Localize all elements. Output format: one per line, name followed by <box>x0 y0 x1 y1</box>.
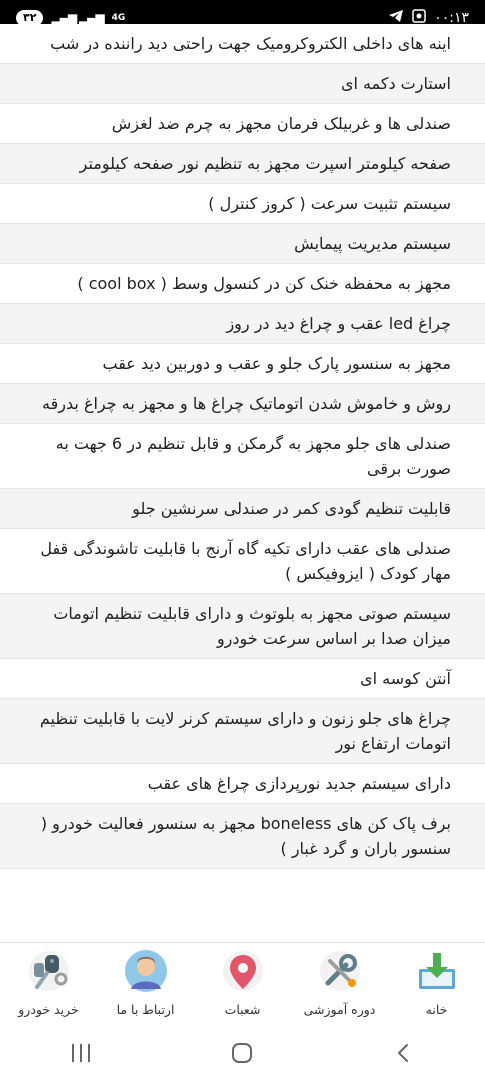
nav-home-label: خانه <box>425 1002 448 1017</box>
feature-row: برف پاک کن های boneless مجهز به سنسور فع… <box>0 804 485 869</box>
feature-row: صندلی ها و غربیلک فرمان مجهز به چرم ضد ل… <box>0 104 485 144</box>
feature-row: استارت دکمه ای <box>0 64 485 104</box>
feature-row: آنتن کوسه ای <box>0 659 485 699</box>
feature-row: چراغ led عقب و چراغ دید در روز <box>0 304 485 344</box>
feature-row: دارای سیستم جدید نورپردازی چراغ های عقب <box>0 764 485 804</box>
signal-icon: ▂▄▆ ▂▄▆ <box>51 11 104 25</box>
nav-buy-car[interactable]: خرید خودرو <box>4 947 94 1017</box>
support-avatar-icon <box>122 947 170 998</box>
nav-branches[interactable]: شعبات <box>198 947 288 1017</box>
feature-row: سیستم صوتی مجهز به بلوتوث و دارای قابلیت… <box>0 594 485 659</box>
feature-row: روش و خاموش شدن اتوماتیک چراغ ها و مجهز … <box>0 384 485 424</box>
feature-row: سیستم مدیریت پیمایش <box>0 224 485 264</box>
system-nav-bar <box>0 1030 485 1080</box>
nav-contact[interactable]: ارتباط با ما <box>101 947 191 1017</box>
feature-row: سیستم تثبیت سرعت ( کروز کنترل ) <box>0 184 485 224</box>
feature-row: اینه های داخلی الکتروکرومیک جهت راحتی دی… <box>0 24 485 64</box>
nav-buy-car-label: خرید خودرو <box>18 1002 79 1017</box>
nav-home[interactable]: خانه <box>392 947 482 1017</box>
nav-branches-label: شعبات <box>224 1002 261 1017</box>
car-keys-icon <box>25 947 73 998</box>
recent-apps-button[interactable] <box>69 1042 93 1068</box>
feature-row: صفحه کیلومتر اسپرت مجهز به تنظیم نور صفح… <box>0 144 485 184</box>
network-type: 4G <box>111 13 126 23</box>
home-download-icon <box>413 947 461 998</box>
location-pin-icon <box>219 947 267 998</box>
feature-row: مجهز به محفظه خنک کن در کنسول وسط ( cool… <box>0 264 485 304</box>
feature-row: مجهز به سنسور پارک جلو و عقب و دوربین دی… <box>0 344 485 384</box>
feature-row: قابلیت تنظیم گودی کمر در صندلی سرنشین جل… <box>0 489 485 529</box>
home-button[interactable] <box>230 1041 254 1069</box>
nav-training-label: دوره آموزشی <box>303 1002 376 1017</box>
training-tools-icon <box>316 947 364 998</box>
back-button[interactable] <box>392 1041 416 1069</box>
bottom-nav: خانه دوره آموزشی شعبات ارتباط با ما خرید… <box>0 942 485 1030</box>
feature-list[interactable]: اینه های داخلی الکتروکرومیک جهت راحتی دی… <box>0 24 485 930</box>
feature-row: صندلی های عقب دارای تکیه گاه آرنج با قاب… <box>0 529 485 594</box>
nav-contact-label: ارتباط با ما <box>116 1002 175 1017</box>
feature-row: چراغ های جلو زنون و دارای سیستم کرنر لای… <box>0 699 485 764</box>
feature-row: صندلی های جلو مجهز به گرمکن و قابل تنظیم… <box>0 424 485 489</box>
nav-training[interactable]: دوره آموزشی <box>295 947 385 1017</box>
